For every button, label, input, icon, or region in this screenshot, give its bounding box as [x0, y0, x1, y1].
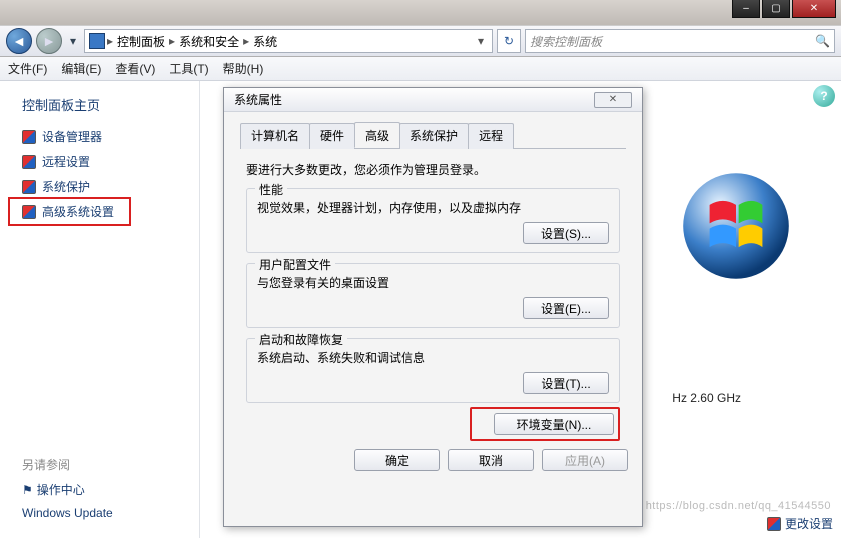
breadcrumb[interactable]: ▸ 控制面板 ▸ 系统和安全 ▸ 系统 ▾ [84, 29, 493, 53]
chevron-right-icon: ▸ [169, 34, 175, 48]
windows-logo-icon [681, 171, 791, 281]
nav-history-dropdown[interactable]: ▾ [66, 28, 80, 54]
menu-view[interactable]: 查看(V) [115, 60, 155, 77]
dialog-close-button[interactable]: ✕ [594, 92, 632, 108]
environment-variables-button[interactable]: 环境变量(N)... [494, 413, 614, 435]
address-bar: ◄ ► ▾ ▸ 控制面板 ▸ 系统和安全 ▸ 系统 ▾ ↻ 搜索控制面板 🔍 [0, 25, 841, 57]
tab-remote[interactable]: 远程 [468, 123, 514, 149]
menu-edit[interactable]: 编辑(E) [61, 60, 101, 77]
shield-icon [22, 130, 36, 144]
sidebar-item-label: 系统保护 [42, 178, 90, 195]
see-also-heading: 另请参阅 [22, 452, 113, 477]
startup-recovery-group: 启动和故障恢复 系统启动、系统失败和调试信息 设置(T)... [246, 338, 620, 403]
chevron-right-icon: ▸ [107, 34, 113, 48]
shield-icon [22, 180, 36, 194]
tab-system-protection[interactable]: 系统保护 [399, 123, 469, 149]
sidebar-home-link[interactable]: 控制面板主页 [0, 95, 199, 124]
menu-bar: 文件(F) 编辑(E) 查看(V) 工具(T) 帮助(H) [0, 57, 841, 81]
sidebar-item-device-manager[interactable]: 设备管理器 [0, 124, 199, 149]
shield-icon [767, 517, 781, 531]
back-button[interactable]: ◄ [6, 28, 32, 54]
startup-settings-button[interactable]: 设置(T)... [523, 372, 609, 394]
apply-button[interactable]: 应用(A) [542, 449, 628, 471]
admin-note-text: 要进行大多数更改，您必须作为管理员登录。 [246, 161, 620, 178]
dialog-title: 系统属性 [234, 91, 282, 108]
tab-advanced[interactable]: 高级 [354, 122, 400, 148]
group-legend: 启动和故障恢复 [255, 331, 347, 348]
window-titlebar: – ▢ ✕ [0, 0, 841, 25]
group-description: 与您登录有关的桌面设置 [257, 274, 609, 291]
flag-icon: ⚑ [22, 483, 33, 497]
link-label: 操作中心 [37, 481, 85, 498]
breadcrumb-item[interactable]: 系统和安全 [177, 33, 241, 50]
shield-icon [22, 155, 36, 169]
group-description: 系统启动、系统失败和调试信息 [257, 349, 609, 366]
windows-update-link[interactable]: Windows Update [22, 502, 113, 524]
user-profile-settings-button[interactable]: 设置(E)... [523, 297, 609, 319]
group-legend: 用户配置文件 [255, 256, 335, 273]
refresh-button[interactable]: ↻ [497, 29, 521, 53]
search-input[interactable]: 搜索控制面板 🔍 [525, 29, 835, 53]
group-legend: 性能 [255, 181, 287, 198]
close-button[interactable]: ✕ [792, 0, 836, 18]
menu-tools[interactable]: 工具(T) [169, 60, 208, 77]
breadcrumb-item[interactable]: 控制面板 [115, 33, 167, 50]
chevron-right-icon: ▸ [243, 34, 249, 48]
watermark-text: https://blog.csdn.net/qq_41544550 [646, 500, 831, 512]
change-settings-link[interactable]: 更改设置 [767, 515, 833, 532]
group-description: 视觉效果，处理器计划，内存使用，以及虚拟内存 [257, 199, 609, 216]
chevron-down-icon[interactable]: ▾ [474, 34, 488, 48]
maximize-button[interactable]: ▢ [762, 0, 790, 18]
sidebar-item-label: 高级系统设置 [42, 203, 114, 220]
sidebar-item-system-protection[interactable]: 系统保护 [0, 174, 199, 199]
minimize-button[interactable]: – [732, 0, 760, 18]
search-placeholder: 搜索控制面板 [530, 33, 602, 50]
sidebar-item-label: 设备管理器 [42, 128, 102, 145]
sidebar-item-advanced-system-settings[interactable]: 高级系统设置 [0, 199, 199, 224]
forward-button[interactable]: ► [36, 28, 62, 54]
help-icon[interactable]: ? [813, 85, 835, 107]
performance-group: 性能 视觉效果，处理器计划，内存使用，以及虚拟内存 设置(S)... [246, 188, 620, 253]
sidebar: 控制面板主页 设备管理器 远程设置 系统保护 高级系统设置 另请参阅 ⚑ 操作中… [0, 81, 200, 538]
shield-icon [22, 205, 36, 219]
ok-button[interactable]: 确定 [354, 449, 440, 471]
sidebar-item-label: 远程设置 [42, 153, 90, 170]
dialog-tabs: 计算机名 硬件 高级 系统保护 远程 [240, 122, 626, 149]
menu-help[interactable]: 帮助(H) [223, 60, 264, 77]
action-center-link[interactable]: ⚑ 操作中心 [22, 477, 113, 502]
control-panel-icon [89, 33, 105, 49]
system-properties-dialog: 系统属性 ✕ 计算机名 硬件 高级 系统保护 远程 要进行大多数更改，您必须作为… [223, 87, 643, 527]
performance-settings-button[interactable]: 设置(S)... [523, 222, 609, 244]
dialog-titlebar: 系统属性 ✕ [224, 88, 642, 112]
search-icon[interactable]: 🔍 [815, 34, 830, 48]
sidebar-item-remote-settings[interactable]: 远程设置 [0, 149, 199, 174]
link-label: 更改设置 [785, 515, 833, 532]
user-profile-group: 用户配置文件 与您登录有关的桌面设置 设置(E)... [246, 263, 620, 328]
tab-computer-name[interactable]: 计算机名 [240, 123, 310, 149]
tab-hardware[interactable]: 硬件 [309, 123, 355, 149]
menu-file[interactable]: 文件(F) [8, 60, 47, 77]
cpu-speed-text: Hz 2.60 GHz [672, 391, 741, 405]
cancel-button[interactable]: 取消 [448, 449, 534, 471]
breadcrumb-item[interactable]: 系统 [251, 33, 279, 50]
